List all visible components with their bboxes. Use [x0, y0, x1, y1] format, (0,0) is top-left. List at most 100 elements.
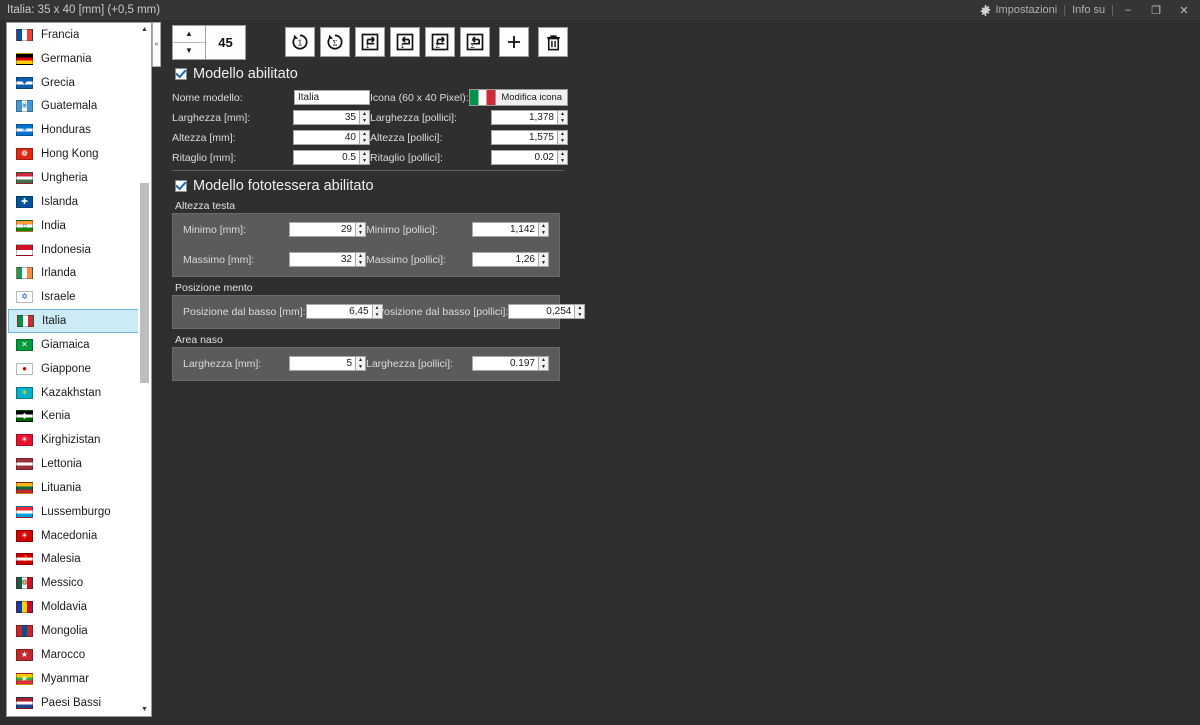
- list-item[interactable]: ● Giappone: [7, 357, 140, 381]
- scroll-down-arrow-icon[interactable]: ▼: [138, 703, 151, 716]
- list-item[interactable]: Francia: [7, 23, 140, 47]
- spinner-buttons[interactable]: ▲ ▼: [359, 110, 370, 125]
- close-button[interactable]: ✕: [1170, 0, 1198, 20]
- spinner-down-icon[interactable]: ▼: [360, 138, 369, 145]
- massimo-pollici-input[interactable]: 1,26: [472, 252, 538, 267]
- altezza-pollici-input[interactable]: 1,575: [491, 130, 557, 145]
- spinner-buttons[interactable]: ▲ ▼: [538, 222, 549, 237]
- area-naso-larghezza-mm-input[interactable]: 5: [289, 356, 355, 371]
- count-spinner-down-icon[interactable]: ▼: [173, 42, 205, 59]
- photo-enabled-row[interactable]: Modello fototessera abilitato: [175, 178, 572, 194]
- country-list[interactable]: Francia Germania ✦ Grecia ❀ Guatemala ✳ Hondura…: [7, 23, 140, 716]
- list-item[interactable]: ★ Myanmar: [7, 667, 140, 691]
- altezza-mm-input[interactable]: 40: [293, 130, 359, 145]
- list-item[interactable]: ☀ Kirghizistan: [7, 428, 140, 452]
- collapse-panel-icon[interactable]: «: [152, 22, 161, 67]
- minimo-pollici-input[interactable]: 1,142: [472, 222, 538, 237]
- spinner-buttons[interactable]: ▲ ▼: [538, 356, 549, 371]
- about-menu-item[interactable]: Info su: [1066, 0, 1111, 20]
- spinner-down-icon[interactable]: ▼: [356, 230, 365, 237]
- area-naso-larghezza-pollici-input[interactable]: 0.197: [472, 356, 538, 371]
- list-item[interactable]: ◆ Kenia: [7, 405, 140, 429]
- minimo-mm-input[interactable]: 29: [289, 222, 355, 237]
- export-all-icon[interactable]: Σ: [425, 27, 455, 57]
- ritaglio-mm-input[interactable]: 0.5: [293, 150, 359, 165]
- spinner-buttons[interactable]: ▲ ▼: [355, 356, 366, 371]
- list-item[interactable]: Mongolia: [7, 619, 140, 643]
- spinner-buttons[interactable]: ▲ ▼: [557, 130, 568, 145]
- list-item[interactable]: Moldavia: [7, 595, 140, 619]
- posizione-dal-basso-mm-input[interactable]: 6,45: [305, 304, 372, 319]
- spinner-down-icon[interactable]: ▼: [360, 158, 369, 165]
- restore-button[interactable]: ❐: [1142, 0, 1170, 20]
- scrollbar-thumb[interactable]: [140, 183, 149, 383]
- reset-single-icon[interactable]: 1: [285, 27, 315, 57]
- panel-splitter[interactable]: «: [152, 22, 161, 718]
- country-list-scrollbar[interactable]: ▲ ▼: [138, 23, 151, 716]
- list-item[interactable]: ☀ Macedonia: [7, 524, 140, 548]
- spinner-buttons[interactable]: ▲ ▼: [355, 252, 366, 267]
- list-item[interactable]: ❁ Messico: [7, 571, 140, 595]
- spinner-down-icon[interactable]: ▼: [575, 312, 584, 319]
- list-item[interactable]: ✚ Islanda: [7, 190, 140, 214]
- spinner-down-icon[interactable]: ▼: [539, 230, 548, 237]
- posizione-dal-basso-pollici-input[interactable]: 0,254: [508, 304, 575, 319]
- import-all-icon[interactable]: Σ: [460, 27, 490, 57]
- spinner-down-icon[interactable]: ▼: [356, 364, 365, 371]
- count-spinner-value[interactable]: 45: [205, 25, 245, 59]
- spinner-buttons[interactable]: ▲ ▼: [355, 222, 366, 237]
- count-spinner-arrows[interactable]: ▲ ▼: [173, 25, 205, 59]
- minimize-button[interactable]: –: [1114, 0, 1142, 20]
- list-item[interactable]: Irlanda: [7, 261, 140, 285]
- delete-icon[interactable]: [538, 27, 568, 57]
- spinner-buttons[interactable]: ▲ ▼: [359, 130, 370, 145]
- list-item[interactable]: ✳ Honduras: [7, 118, 140, 142]
- larghezza-pollici-input[interactable]: 1,378: [491, 110, 557, 125]
- add-icon[interactable]: [499, 27, 529, 57]
- settings-menu-item[interactable]: Impostazioni: [974, 0, 1063, 20]
- nome-modello-input[interactable]: Italia: [294, 90, 370, 105]
- list-item[interactable]: Paesi Bassi: [7, 691, 140, 715]
- list-item[interactable]: Italia: [8, 309, 139, 333]
- ritaglio-pollici-input[interactable]: 0.02: [491, 150, 557, 165]
- spinner-down-icon[interactable]: ▼: [558, 138, 567, 145]
- model-enabled-row[interactable]: Modello abilitato: [175, 66, 572, 82]
- spinner-down-icon[interactable]: ▼: [360, 118, 369, 125]
- massimo-mm-input[interactable]: 32: [289, 252, 355, 267]
- spinner-down-icon[interactable]: ▼: [558, 118, 567, 125]
- list-item[interactable]: ❀ Guatemala: [7, 95, 140, 119]
- spinner-buttons[interactable]: ▲ ▼: [538, 252, 549, 267]
- spinner-buttons[interactable]: ▲ ▼: [557, 110, 568, 125]
- list-item[interactable]: Indonesia: [7, 238, 140, 262]
- list-item[interactable]: ❁ Hong Kong: [7, 142, 140, 166]
- list-item[interactable]: Ungheria: [7, 166, 140, 190]
- list-item[interactable]: ★ Marocco: [7, 643, 140, 667]
- reset-all-icon[interactable]: Σ: [320, 27, 350, 57]
- import-single-icon[interactable]: 1: [390, 27, 420, 57]
- spinner-buttons[interactable]: ▲ ▼: [574, 304, 586, 319]
- modifica-icona-button[interactable]: Modifica icona: [496, 89, 568, 106]
- count-spinner-up-icon[interactable]: ▲: [173, 25, 205, 43]
- spinner-buttons[interactable]: ▲ ▼: [557, 150, 568, 165]
- list-item[interactable]: ✦ Grecia: [7, 71, 140, 95]
- spinner-buttons[interactable]: ▲ ▼: [359, 150, 370, 165]
- list-item[interactable]: ☽ Malesia: [7, 548, 140, 572]
- model-enabled-checkbox[interactable]: [175, 68, 187, 80]
- spinner-down-icon[interactable]: ▼: [539, 260, 548, 267]
- larghezza-mm-input[interactable]: 35: [293, 110, 359, 125]
- list-item[interactable]: Lettonia: [7, 452, 140, 476]
- list-item[interactable]: ✡ Israele: [7, 285, 140, 309]
- count-spinner[interactable]: ▲ ▼ 45: [172, 24, 246, 60]
- spinner-down-icon[interactable]: ▼: [558, 158, 567, 165]
- list-item[interactable]: Lituania: [7, 476, 140, 500]
- export-single-icon[interactable]: 1: [355, 27, 385, 57]
- scroll-up-arrow-icon[interactable]: ▲: [138, 23, 151, 36]
- list-item[interactable]: Germania: [7, 47, 140, 71]
- spinner-down-icon[interactable]: ▼: [539, 364, 548, 371]
- list-item[interactable]: ○ India: [7, 214, 140, 238]
- list-item[interactable]: ✕ Giamaica: [7, 333, 140, 357]
- list-item[interactable]: Lussemburgo: [7, 500, 140, 524]
- spinner-down-icon[interactable]: ▼: [356, 260, 365, 267]
- photo-enabled-checkbox[interactable]: [175, 180, 187, 192]
- list-item[interactable]: ☀ Kazakhstan: [7, 381, 140, 405]
